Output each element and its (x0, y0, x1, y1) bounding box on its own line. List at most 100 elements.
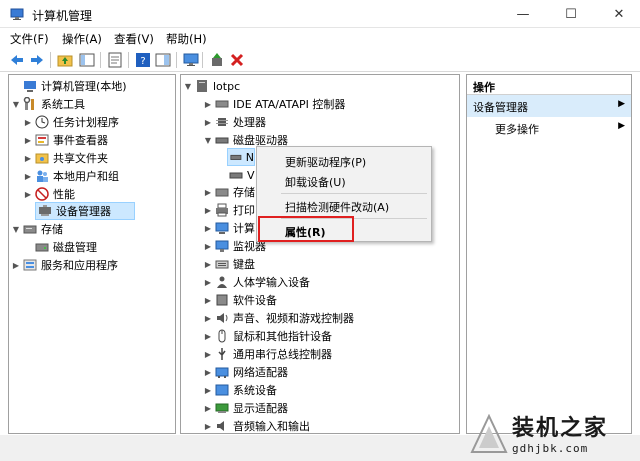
performance-icon (35, 187, 49, 201)
tree-item-performance[interactable]: ▶ 性能 (23, 185, 75, 203)
properties-highlight-box (258, 216, 354, 242)
chevron-right-icon[interactable]: ▶ (203, 332, 213, 341)
shared-folder-icon (35, 153, 49, 164)
chevron-right-icon[interactable]: ▶ (203, 314, 213, 323)
up-folder-icon[interactable] (56, 51, 74, 69)
tree-item-storage[interactable]: ▼ 存储 (11, 220, 63, 238)
device-category-print[interactable]: ▶ 打印 (203, 201, 255, 219)
chevron-right-icon[interactable]: ▶ (203, 296, 213, 305)
title-bar: 计算机管理 — ☐ ✕ (0, 0, 640, 28)
device-category-system[interactable]: ▶ 系统设备 (203, 381, 277, 399)
chevron-right-icon[interactable]: ▶ (23, 172, 33, 181)
device-category-processor[interactable]: ▶ 处理器 (203, 113, 266, 131)
chevron-right-icon[interactable]: ▶ (203, 422, 213, 431)
chevron-right-icon[interactable]: ▶ (203, 350, 213, 359)
device-category-usb[interactable]: ▶ 通用串行总线控制器 (203, 345, 332, 363)
back-icon[interactable] (8, 51, 26, 69)
collapse-arrow-icon[interactable]: ▶ (618, 99, 625, 109)
chevron-down-icon[interactable]: ▼ (11, 100, 21, 109)
human-interface-icon (217, 276, 227, 288)
minimize-button[interactable]: — (500, 0, 546, 28)
device-category-mouse[interactable]: ▶ 鼠标和其他指针设备 (203, 327, 332, 345)
tree-item-device-manager[interactable]: 设备管理器 (35, 202, 135, 220)
chevron-down-icon[interactable]: ▼ (203, 136, 213, 145)
device-category-display[interactable]: ▶ 显示适配器 (203, 399, 288, 417)
chevron-right-icon[interactable]: ▶ (203, 100, 213, 109)
chevron-right-icon[interactable]: ▶ (203, 368, 213, 377)
chevron-right-icon[interactable]: ▶ (11, 261, 21, 270)
device-disk-item[interactable]: V (229, 166, 255, 184)
device-category-keyboard[interactable]: ▶ 键盘 (203, 255, 255, 273)
chevron-right-icon[interactable]: ▶ (203, 260, 213, 269)
toolbar: ? (0, 48, 640, 72)
chevron-down-icon[interactable]: ▼ (183, 82, 193, 91)
tree-item-computer-root[interactable]: ▼ lotpc (183, 77, 240, 95)
tree-item-disk-management[interactable]: 磁盘管理 (35, 238, 97, 256)
properties-icon[interactable] (106, 51, 124, 69)
keyboard-icon (215, 260, 229, 269)
chevron-right-icon[interactable]: ▶ (203, 224, 213, 233)
chevron-down-icon[interactable]: ▼ (11, 225, 21, 234)
device-category-storage[interactable]: ▶ 存储 (203, 183, 255, 201)
chevron-right-icon[interactable]: ▶ (23, 136, 33, 145)
context-separator (281, 193, 427, 194)
tree-item-local-users-groups[interactable]: ▶ 本地用户和组 (23, 167, 119, 185)
monitor-icon[interactable] (182, 51, 200, 69)
storage-controller-icon (215, 188, 229, 197)
chevron-right-icon[interactable]: ▶ (203, 404, 213, 413)
tree-item-services-applications[interactable]: ▶ 服务和应用程序 (11, 256, 118, 274)
view-icon[interactable] (154, 51, 172, 69)
menu-view[interactable]: 查看(V) (114, 31, 154, 47)
svg-text:?: ? (140, 56, 145, 67)
computer-icon (197, 80, 207, 92)
help-icon[interactable]: ? (134, 51, 152, 69)
chevron-right-icon[interactable]: ▶ (203, 278, 213, 287)
menu-file[interactable]: 文件(F) (10, 31, 49, 47)
menu-action[interactable]: 操作(A) (62, 31, 102, 47)
device-category-hid[interactable]: ▶ 人体学输入设备 (203, 273, 310, 291)
context-uninstall-device[interactable]: 卸载设备(U) (257, 171, 431, 191)
chevron-right-icon[interactable]: ▶ (203, 386, 213, 395)
computer-management-icon (10, 8, 24, 20)
chevron-right-icon[interactable]: ▶ (23, 154, 33, 163)
tree-item-event-viewer[interactable]: ▶ 事件查看器 (23, 131, 108, 149)
tree-item-shared-folders[interactable]: ▶ 共享文件夹 (23, 149, 108, 167)
device-category-ide[interactable]: ▶ IDE ATA/ATAPI 控制器 (203, 95, 345, 113)
computer-icon (215, 222, 229, 234)
menu-help[interactable]: 帮助(H) (166, 31, 207, 47)
navigation-tree-pane: 计算机管理(本地) ▼ 系统工具 ▶ 任务计划程序 ▶ 事件查看器 ▶ 共享文件… (8, 74, 176, 434)
more-actions-item[interactable]: 更多操作 ▶ (467, 117, 631, 137)
actions-pane: 操作 设备管理器 ▶ 更多操作 ▶ (466, 74, 632, 434)
maximize-button[interactable]: ☐ (548, 0, 594, 28)
tools-icon (23, 97, 34, 110)
device-category-audio-io[interactable]: ▶ 音频输入和输出 (203, 417, 310, 433)
tree-item-task-scheduler[interactable]: ▶ 任务计划程序 (23, 113, 119, 131)
context-scan-hardware[interactable]: 扫描检测硬件改动(A) (257, 196, 431, 216)
chevron-right-icon[interactable]: ▶ (203, 188, 213, 197)
chevron-right-icon[interactable]: ▶ (203, 242, 213, 251)
close-button[interactable]: ✕ (596, 0, 640, 28)
uninstall-icon[interactable] (228, 51, 246, 69)
network-adapter-icon (215, 367, 229, 378)
users-icon (37, 170, 48, 182)
forward-icon[interactable] (28, 51, 46, 69)
context-update-driver[interactable]: 更新驱动程序(P) (257, 151, 431, 171)
actions-section-device-manager[interactable]: 设备管理器 ▶ (467, 95, 631, 117)
tree-item-system-tools[interactable]: ▼ 系统工具 (11, 95, 85, 113)
chevron-right-icon[interactable]: ▶ (203, 118, 213, 127)
tree-item-computer-management[interactable]: 计算机管理(本地) (11, 77, 127, 95)
watermark-url: gdhjbk.com (512, 442, 589, 455)
device-disk-item-selected[interactable]: N (227, 148, 255, 166)
computer-management-icon (24, 81, 36, 92)
show-hide-tree-icon[interactable] (78, 51, 96, 69)
device-category-sound-video[interactable]: ▶ 声音、视频和游戏控制器 (203, 309, 354, 327)
device-category-software-devices[interactable]: ▶ 软件设备 (203, 291, 277, 309)
chevron-right-icon[interactable]: ▶ (203, 206, 213, 215)
usb-icon (218, 348, 226, 360)
system-device-icon (215, 384, 229, 396)
chevron-right-icon[interactable]: ▶ (23, 190, 33, 199)
update-driver-icon[interactable] (208, 51, 226, 69)
chevron-right-icon[interactable]: ▶ (23, 118, 33, 127)
device-category-network[interactable]: ▶ 网络适配器 (203, 363, 288, 381)
device-category-computer[interactable]: ▶ 计算 (203, 219, 255, 237)
